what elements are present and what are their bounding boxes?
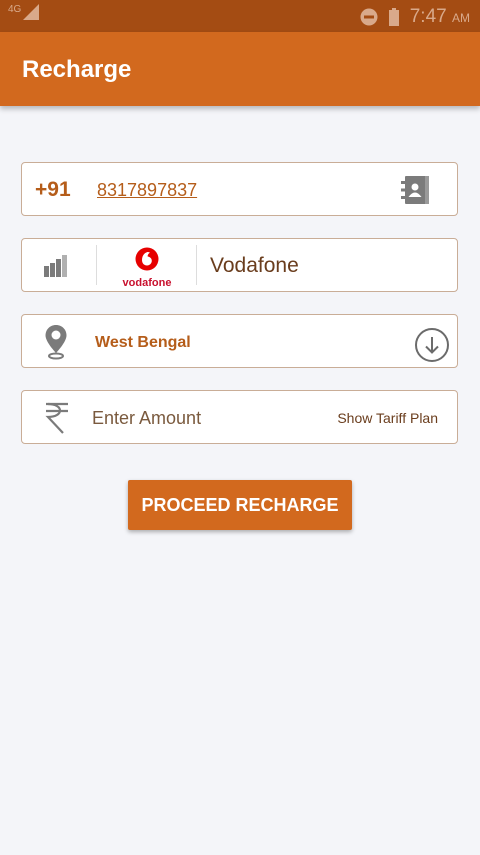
contacts-book-icon[interactable] bbox=[399, 175, 431, 205]
location-pin-icon bbox=[45, 325, 67, 360]
clock: 7:47 AM bbox=[410, 6, 470, 28]
dnd-icon bbox=[360, 8, 378, 26]
show-tariff-plan-link[interactable]: Show Tariff Plan bbox=[337, 410, 438, 426]
amount-input[interactable] bbox=[92, 405, 312, 431]
vodafone-logo: vodafone bbox=[119, 247, 175, 289]
operator-field[interactable]: vodafone Vodafone bbox=[21, 238, 458, 292]
proceed-recharge-button[interactable]: PROCEED RECHARGE bbox=[128, 480, 352, 530]
divider-left bbox=[96, 245, 97, 285]
country-code: +91 bbox=[35, 178, 71, 201]
vodafone-speechmark-icon bbox=[135, 247, 159, 271]
status-left: 4G bbox=[8, 4, 41, 20]
clock-ampm: AM bbox=[452, 11, 470, 25]
circle-select[interactable]: West Bengal bbox=[21, 314, 458, 368]
divider-right bbox=[196, 245, 197, 285]
circle-down-arrow-icon[interactable] bbox=[414, 327, 450, 363]
operator-name: Vodafone bbox=[210, 254, 299, 277]
mobile-number-input[interactable]: 8317897837 bbox=[97, 180, 197, 201]
rupee-icon bbox=[45, 402, 68, 434]
status-bar: 4G 7:47 AM bbox=[0, 0, 480, 32]
network-type: 4G bbox=[8, 4, 22, 15]
status-right: 7:47 AM bbox=[360, 6, 470, 28]
clock-time: 7:47 bbox=[409, 6, 447, 27]
signal-icon bbox=[23, 4, 40, 20]
vodafone-logo-text: vodafone bbox=[122, 277, 172, 289]
state-value: West Bengal bbox=[95, 334, 191, 351]
app-bar: Recharge bbox=[0, 32, 480, 106]
signal-bars-icon bbox=[44, 255, 67, 277]
battery-icon bbox=[388, 8, 399, 26]
page-title: Recharge bbox=[22, 56, 132, 83]
mobile-number-field[interactable]: +91 8317897837 bbox=[21, 162, 458, 216]
amount-field[interactable]: Show Tariff Plan bbox=[21, 390, 458, 444]
